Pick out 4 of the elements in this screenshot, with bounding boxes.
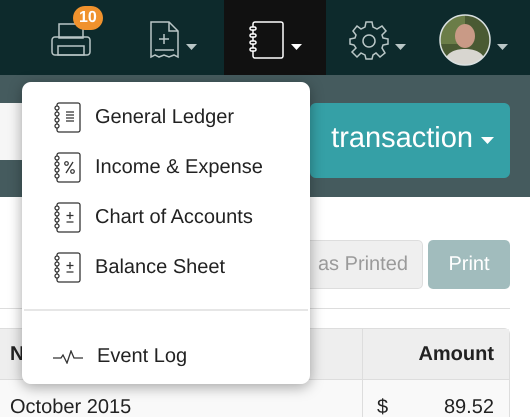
column-header: Amount xyxy=(417,342,495,366)
currency-symbol: $ xyxy=(377,396,388,417)
notification-badge: 10 xyxy=(73,6,103,30)
amount-value: 89.52 xyxy=(444,396,494,417)
